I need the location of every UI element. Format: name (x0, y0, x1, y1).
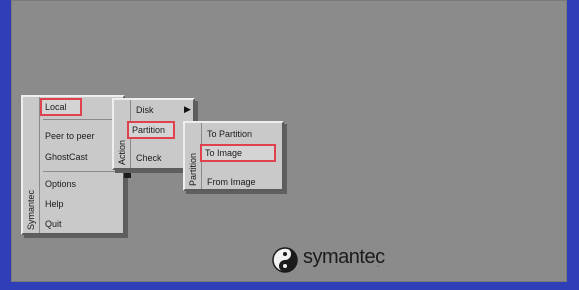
menu-item-partition[interactable]: Partition (127, 121, 175, 139)
menu-item-peer-to-peer-label: Peer to peer (45, 131, 95, 141)
brand-dot: . (377, 262, 379, 269)
menu-item-ghostcast-label: GhostCast (45, 152, 88, 162)
menu-item-disk[interactable]: Disk (132, 102, 192, 118)
menu-item-local[interactable]: Local (40, 98, 82, 116)
brand-name: symantec (303, 246, 385, 268)
menu-item-from-image-label: From Image (207, 177, 256, 187)
menu-item-partition-label: Partition (132, 125, 166, 135)
menu-item-help[interactable]: Help (41, 196, 68, 212)
menu-item-disk-label: Disk (136, 105, 154, 115)
menu-item-to-partition[interactable]: To Partition (203, 126, 256, 142)
main-menu-strip-label: Symantec (26, 189, 36, 230)
menu-item-help-label: Help (45, 199, 64, 209)
menu-item-ghostcast[interactable]: GhostCast (41, 149, 92, 165)
main-menu-strip: Symantec (23, 97, 40, 233)
menu-item-to-image[interactable]: To Image (200, 144, 276, 162)
menu-separator (43, 171, 117, 172)
main-menu: Symantec Local Peer to peer GhostCast Op… (21, 95, 125, 235)
menu-item-peer-to-peer[interactable]: Peer to peer (41, 128, 99, 144)
partition-menu-strip: Partition (185, 123, 202, 189)
menu-item-local-label: Local (45, 102, 67, 112)
yin-yang-logo-icon (272, 247, 298, 273)
menu-item-quit-label: Quit (45, 219, 62, 229)
menu-item-check-label: Check (136, 153, 162, 163)
menu-item-check[interactable]: Check (132, 150, 166, 166)
partition-menu: Partition To Partition To Image From Ima… (183, 121, 284, 191)
menu-item-options[interactable]: Options (41, 176, 80, 192)
partition-menu-strip-label: Partition (188, 152, 198, 186)
submenu-arrow-icon: ▶ (184, 104, 191, 114)
menu-item-quit[interactable]: Quit (41, 216, 66, 232)
menu-item-to-partition-label: To Partition (207, 129, 253, 139)
menu-separator (43, 119, 117, 120)
menu-item-from-image[interactable]: From Image (203, 174, 260, 190)
menu-item-options-label: Options (45, 179, 77, 189)
action-menu-strip-label: Action (117, 139, 127, 165)
menu-shadow-block (124, 170, 131, 178)
menu-item-to-image-label: To Image (205, 148, 243, 158)
